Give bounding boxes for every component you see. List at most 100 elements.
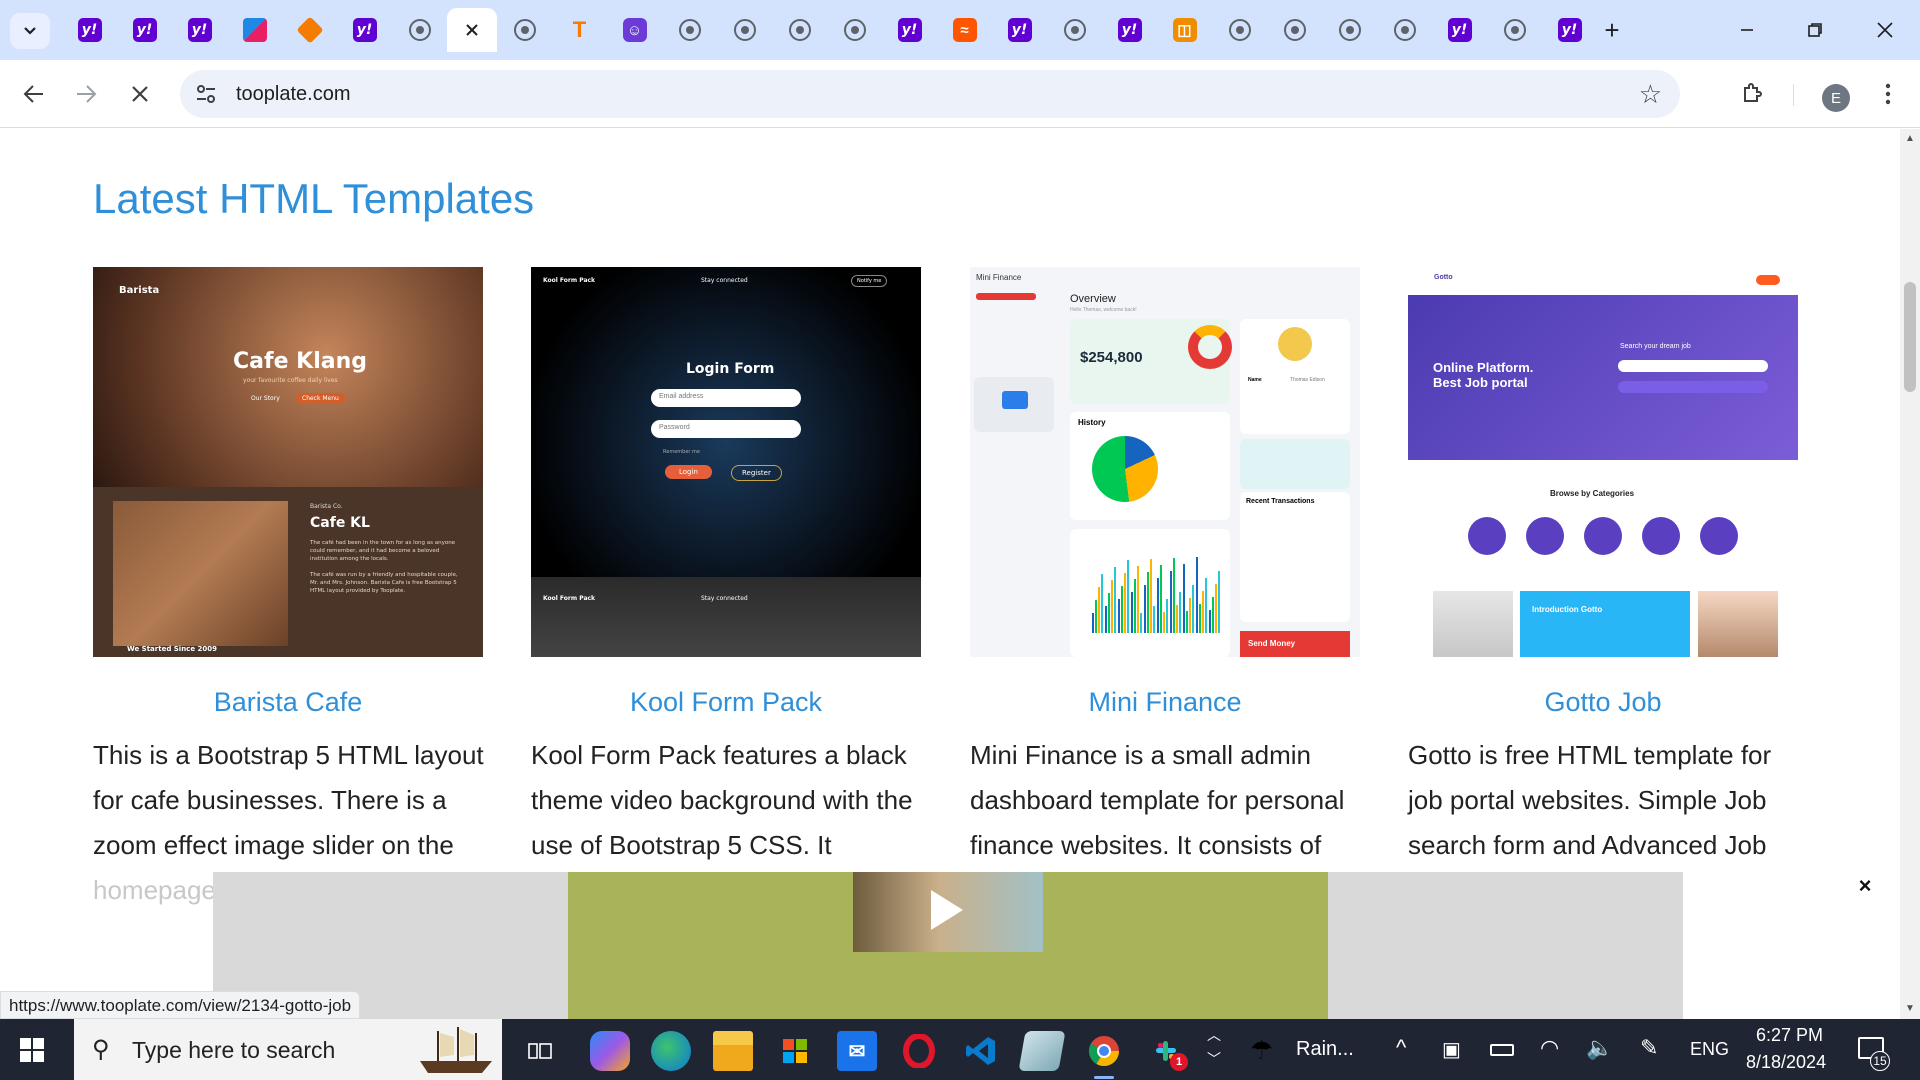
- video-player[interactable]: [568, 872, 1328, 1019]
- microsoft-store-icon[interactable]: [775, 1031, 815, 1071]
- thumb-person-photo: [1698, 591, 1778, 657]
- tab[interactable]: T: [552, 8, 607, 52]
- language-indicator[interactable]: ENG: [1690, 1039, 1729, 1060]
- kebab-menu-icon: [1885, 83, 1891, 105]
- tab[interactable]: y!: [337, 8, 392, 52]
- clock-time[interactable]: 6:27 PM: [1756, 1025, 1823, 1046]
- thumb-section: Barista Co. Cafe KL The café had been in…: [93, 487, 483, 657]
- tab[interactable]: [392, 8, 447, 52]
- tab[interactable]: [497, 8, 552, 52]
- bookmark-star-icon[interactable]: ☆: [1639, 79, 1662, 110]
- back-button[interactable]: [14, 74, 54, 114]
- scroll-thumb[interactable]: [1904, 282, 1916, 392]
- vscode-icon[interactable]: [961, 1031, 1001, 1071]
- pirate-ship-icon: [420, 1027, 492, 1073]
- thumb-chart-bar: [1108, 593, 1110, 633]
- card-title[interactable]: Kool Form Pack: [531, 687, 921, 718]
- tab[interactable]: [282, 8, 337, 52]
- globe-icon: [513, 19, 536, 41]
- clock-date[interactable]: 8/18/2024: [1746, 1052, 1826, 1073]
- tab[interactable]: ◫: [1157, 8, 1212, 52]
- tab[interactable]: [1212, 8, 1267, 52]
- card-title[interactable]: Barista Cafe: [93, 687, 483, 718]
- taskbar-search[interactable]: ⚲ Type here to search: [74, 1019, 502, 1080]
- task-view-icon[interactable]: [520, 1031, 560, 1071]
- tab[interactable]: y!: [117, 8, 172, 52]
- notepad-icon[interactable]: [1018, 1031, 1066, 1071]
- gotto-job-thumbnail[interactable]: Gotto Online Platform. Best Job portal S…: [1408, 267, 1798, 657]
- extensions-button[interactable]: [1732, 74, 1772, 114]
- new-tab-button[interactable]: +: [1596, 14, 1628, 46]
- taskbar-overflow-arrows-icon[interactable]: ︿ ﹀: [1204, 1023, 1224, 1071]
- close-window-button[interactable]: [1860, 12, 1910, 48]
- profile-avatar[interactable]: E: [1822, 84, 1850, 112]
- menu-button[interactable]: [1868, 74, 1908, 114]
- tab[interactable]: [1377, 8, 1432, 52]
- show-hidden-icons-icon[interactable]: ^: [1396, 1035, 1406, 1061]
- volume-icon[interactable]: 🔈: [1586, 1035, 1613, 1061]
- tab[interactable]: y!: [1102, 8, 1157, 52]
- file-explorer-icon[interactable]: [713, 1031, 753, 1071]
- tab[interactable]: [772, 8, 827, 52]
- chrome-icon[interactable]: [1084, 1031, 1124, 1079]
- site-settings-icon[interactable]: [194, 82, 218, 106]
- tab-active[interactable]: [447, 8, 497, 52]
- tab[interactable]: [827, 8, 882, 52]
- scroll-up-arrow-icon[interactable]: ▲: [1905, 133, 1915, 144]
- tab-search-button[interactable]: [10, 13, 50, 49]
- card-title[interactable]: Mini Finance: [970, 687, 1360, 718]
- thumb-chart-bar: [1209, 610, 1211, 633]
- tab[interactable]: y!: [1542, 8, 1597, 52]
- minimize-button[interactable]: [1722, 12, 1772, 48]
- page-scrollbar[interactable]: ▲ ▼: [1900, 129, 1920, 1019]
- tab[interactable]: [717, 8, 772, 52]
- tab[interactable]: y!: [172, 8, 227, 52]
- wifi-icon[interactable]: ◠: [1540, 1035, 1559, 1061]
- slack-icon[interactable]: 1: [1146, 1031, 1188, 1071]
- card-title[interactable]: Gotto Job: [1408, 687, 1798, 718]
- tab[interactable]: [662, 8, 717, 52]
- tab[interactable]: y!: [1432, 8, 1487, 52]
- opera-icon[interactable]: [899, 1031, 939, 1071]
- tab[interactable]: [1322, 8, 1377, 52]
- play-icon[interactable]: [931, 890, 963, 930]
- copilot-icon[interactable]: [590, 1031, 630, 1071]
- kool-form-pack-thumbnail[interactable]: Kool Form Pack Stay connected Notify me …: [531, 267, 921, 657]
- mini-finance-thumbnail[interactable]: Mini Finance Overview Hello Thomas, welc…: [970, 267, 1360, 657]
- section-heading: Latest HTML Templates: [93, 175, 535, 222]
- url-text[interactable]: tooplate.com: [236, 83, 351, 106]
- scroll-down-arrow-icon[interactable]: ▼: [1905, 1003, 1915, 1014]
- thumb-name-value: Thomas Edison: [1290, 377, 1325, 383]
- thumb-stay-connected: Stay connected: [701, 595, 748, 602]
- tab[interactable]: y!: [62, 8, 117, 52]
- globe-icon: [1063, 19, 1086, 41]
- thumb-browse-title: Browse by Categories: [1550, 489, 1635, 498]
- pen-icon[interactable]: ✎: [1640, 1035, 1658, 1061]
- thumb-chart-bar: [1124, 573, 1126, 633]
- battery-icon[interactable]: [1490, 1044, 1514, 1056]
- edge-icon[interactable]: [651, 1031, 691, 1071]
- tab[interactable]: y!: [992, 8, 1047, 52]
- windows-start-icon[interactable]: [20, 1038, 44, 1062]
- forward-button[interactable]: [66, 74, 106, 114]
- thumb-chart-bar: [1095, 600, 1097, 633]
- close-tab-icon[interactable]: [464, 22, 480, 38]
- tab[interactable]: ≈: [937, 8, 992, 52]
- close-ad-button[interactable]: ×: [1852, 873, 1878, 899]
- tab[interactable]: ☺: [607, 8, 662, 52]
- address-bar[interactable]: tooplate.com ☆: [180, 70, 1680, 118]
- meet-now-icon[interactable]: ▣: [1442, 1037, 1461, 1062]
- tab[interactable]: [1267, 8, 1322, 52]
- barista-cafe-thumbnail[interactable]: Barista Cafe Klang your favourite coffee…: [93, 267, 483, 657]
- template-card: Kool Form Pack Stay connected Notify me …: [531, 267, 921, 913]
- weather-text[interactable]: Rain...: [1296, 1038, 1354, 1061]
- video-ad-overlay[interactable]: [213, 872, 1683, 1019]
- stop-loading-button[interactable]: [120, 74, 160, 114]
- tab[interactable]: [1487, 8, 1542, 52]
- mail-icon[interactable]: ✉: [837, 1031, 877, 1071]
- tab[interactable]: [227, 8, 282, 52]
- tab[interactable]: y!: [882, 8, 937, 52]
- thumb-chart-bar: [1189, 598, 1191, 633]
- restore-button[interactable]: [1790, 12, 1840, 48]
- tab[interactable]: [1047, 8, 1102, 52]
